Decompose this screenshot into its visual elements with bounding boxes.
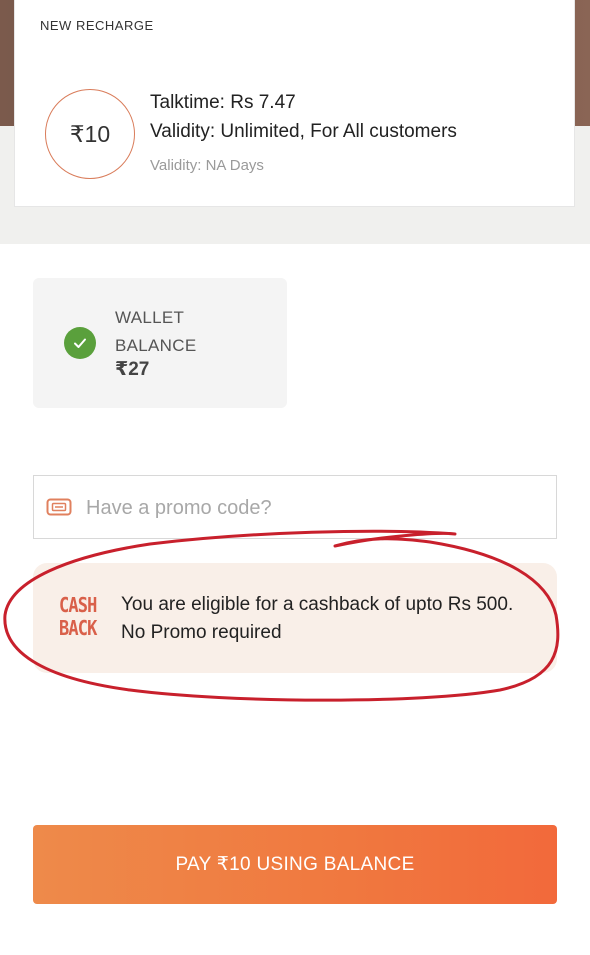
recharge-heading: NEW RECHARGE xyxy=(40,18,154,33)
cashback-banner: CASH BACK You are eligible for a cashbac… xyxy=(33,563,557,673)
validity-days-text: Validity: NA Days xyxy=(150,157,264,174)
check-circle-icon xyxy=(64,327,96,359)
cashback-logo: CASH BACK xyxy=(59,593,97,640)
ticket-icon xyxy=(46,497,72,517)
promo-code-field[interactable] xyxy=(33,475,557,539)
wallet-balance-amount: ₹27 xyxy=(115,359,150,380)
pay-button[interactable]: PAY ₹10 USING BALANCE xyxy=(33,825,557,904)
promo-code-input[interactable] xyxy=(84,488,548,528)
recharge-amount-badge: ₹10 xyxy=(45,89,135,179)
wallet-balance-option[interactable]: WALLET BALANCE ₹27 xyxy=(33,278,287,408)
wallet-balance-label: WALLET BALANCE xyxy=(115,308,197,355)
validity-text: Validity: Unlimited, For All customers xyxy=(150,121,457,142)
recharge-plan-card: NEW RECHARGE ₹10 Talktime: Rs 7.47 Valid… xyxy=(14,0,575,207)
recharge-payment-screen: NEW RECHARGE ₹10 Talktime: Rs 7.47 Valid… xyxy=(0,0,590,955)
talktime-text: Talktime: Rs 7.47 xyxy=(150,92,296,113)
cashback-message: You are eligible for a cashback of upto … xyxy=(121,594,514,643)
